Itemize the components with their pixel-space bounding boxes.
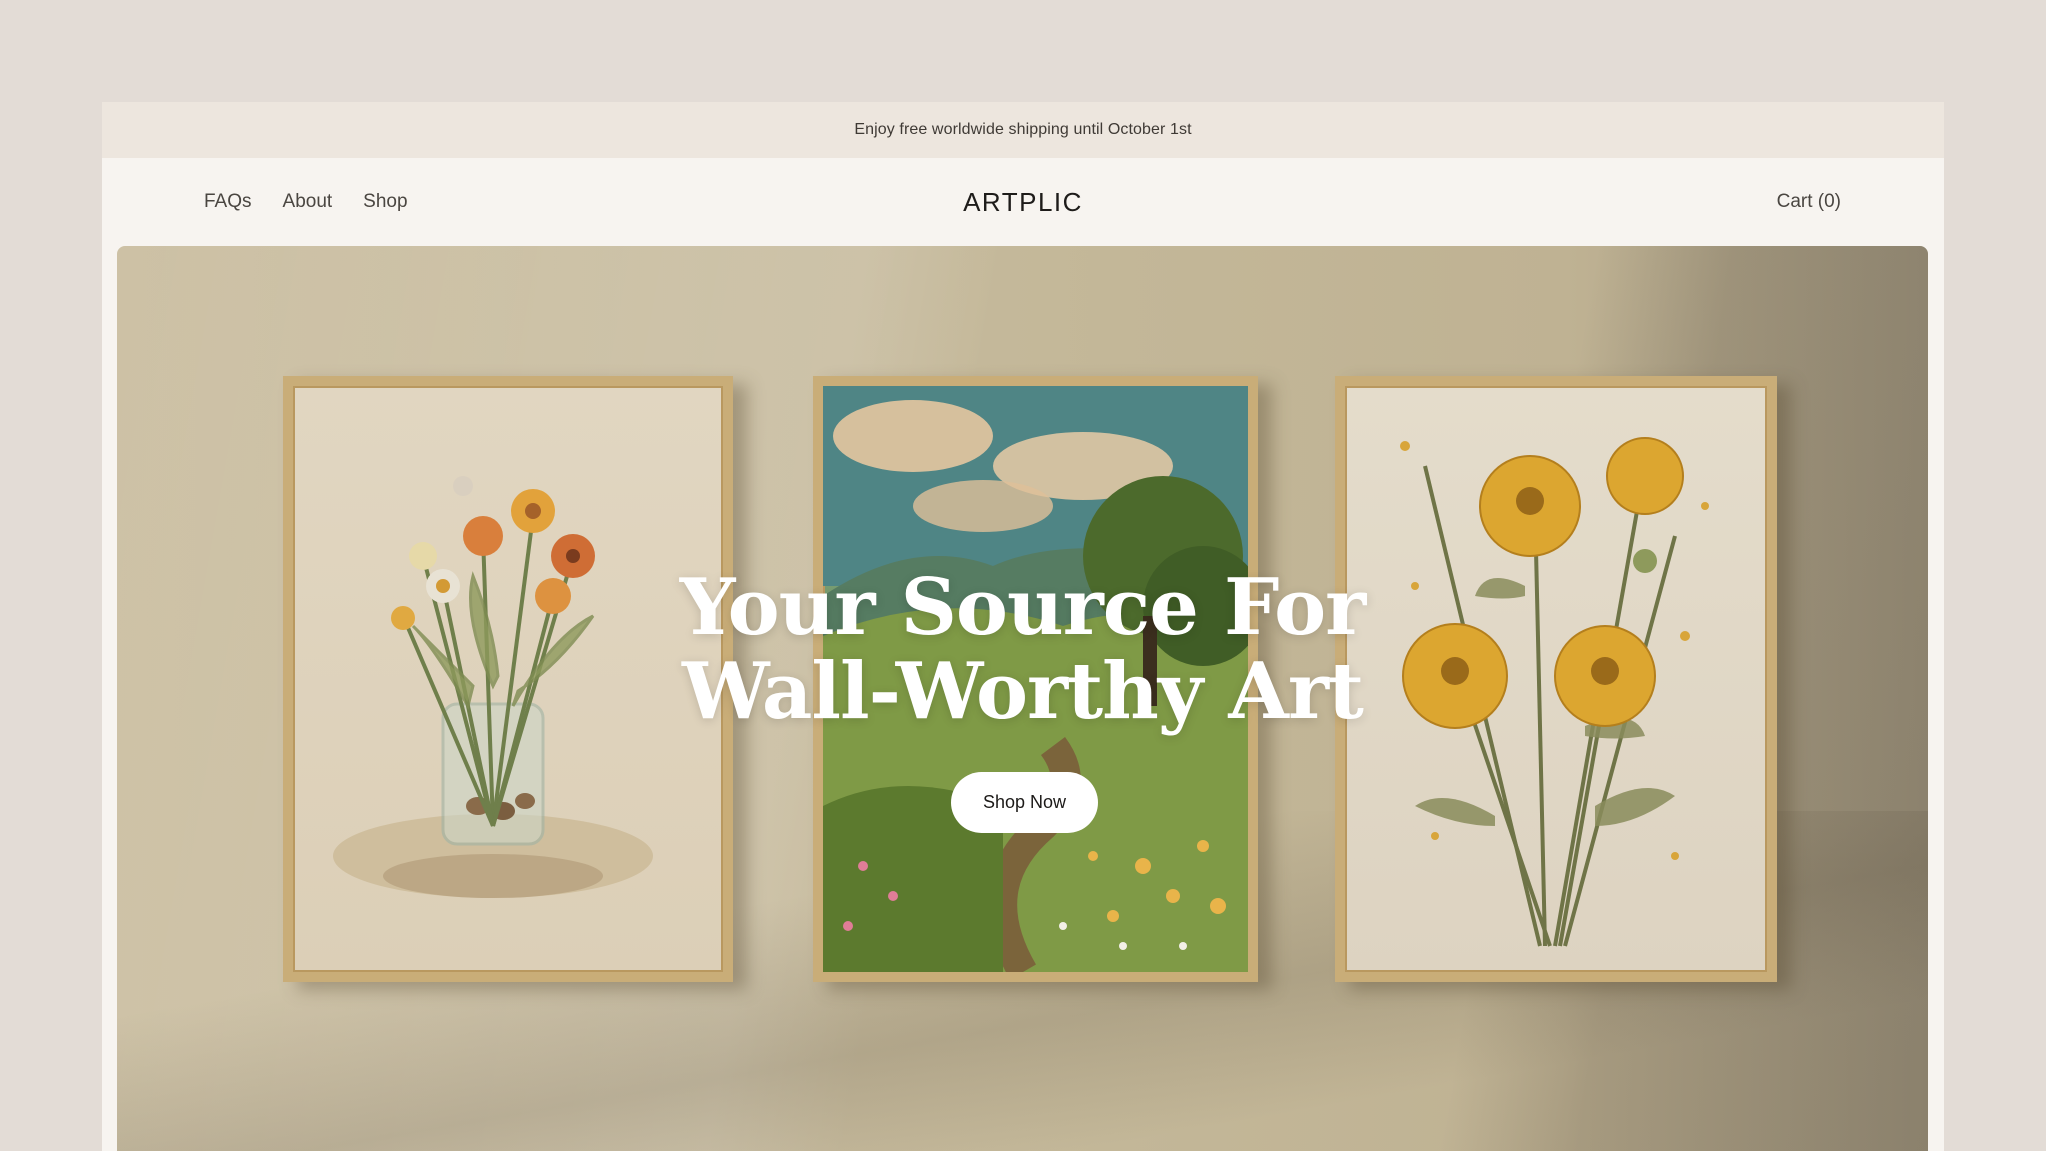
nav-link-faqs[interactable]: FAQs	[204, 191, 252, 213]
browser-page: Enjoy free worldwide shipping until Octo…	[102, 102, 1944, 1151]
announcement-text: Enjoy free worldwide shipping until Octo…	[854, 121, 1192, 138]
nav-link-shop[interactable]: Shop	[363, 191, 407, 213]
cart-link[interactable]: Cart (0)	[1777, 158, 1841, 246]
site-logo[interactable]: ARTPLIC	[963, 158, 1083, 246]
hero-headline-line-2: Wall-Worthy Art	[682, 646, 1364, 737]
shop-now-button[interactable]: Shop Now	[951, 772, 1098, 833]
announcement-bar: Enjoy free worldwide shipping until Octo…	[102, 102, 1944, 158]
nav-link-about[interactable]: About	[283, 191, 333, 213]
main-nav: FAQs About Shop	[204, 158, 408, 246]
hero-headline: Your Source For Wall-Worthy Art	[117, 566, 1928, 734]
hero-banner: Your Source For Wall-Worthy Art Shop Now	[117, 246, 1928, 1151]
hero-headline-line-1: Your Source For	[679, 562, 1367, 653]
site-header: FAQs About Shop ARTPLIC Cart (0)	[102, 158, 1944, 246]
